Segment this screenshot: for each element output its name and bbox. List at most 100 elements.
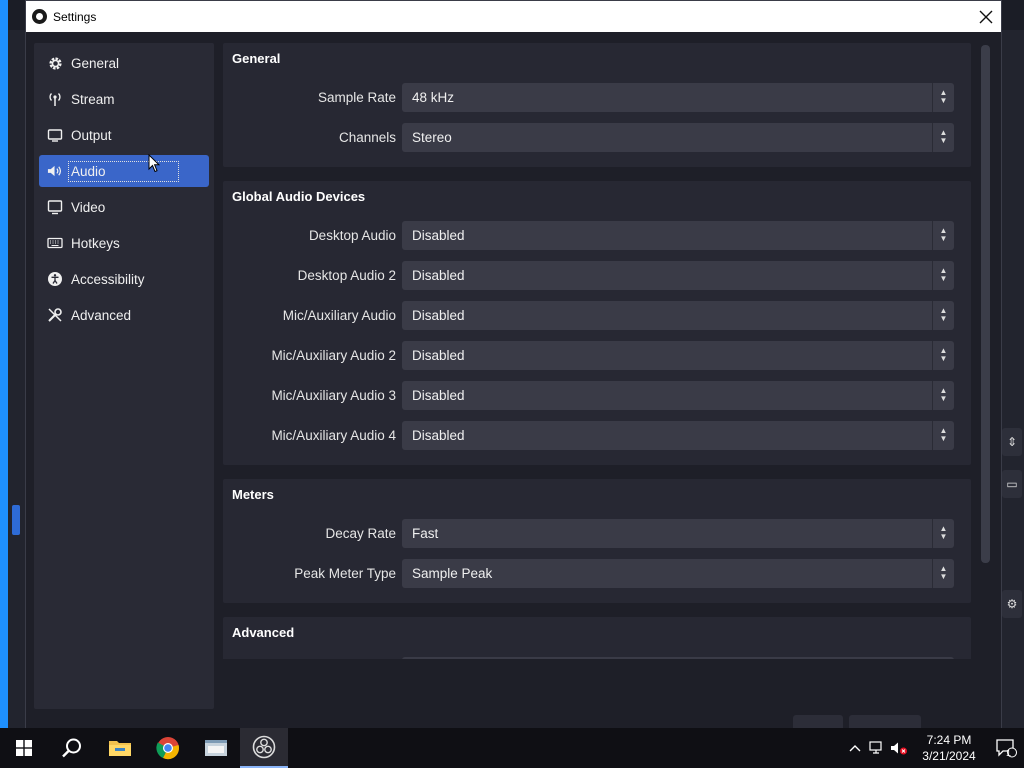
desktop-audio-2-row: Desktop Audio 2 Disabled ▲ ▼ [232,255,962,295]
obs-logo-icon [32,9,47,24]
desktop-audio-2-select[interactable]: Disabled ▲ ▼ [402,260,954,290]
start-button[interactable] [0,728,48,768]
sample-rate-label: Sample Rate [317,89,396,105]
windows-taskbar: 7:24 PM 3/21/2024 1 [0,728,1024,768]
keyboard-icon [47,235,63,251]
ok-button[interactable] [793,715,843,729]
chevron-updown-icon: ▲ ▼ [932,380,954,410]
advanced-partial-row [232,651,962,659]
chevron-updown-icon[interactable]: ⇕ [1002,428,1022,456]
chrome-button[interactable] [144,728,192,768]
channels-select[interactable]: Stereo ▲ ▼ [402,122,954,152]
group-title: Global Audio Devices [232,189,366,204]
window-icon[interactable]: ▭ [1002,470,1022,498]
network-icon[interactable] [866,741,888,755]
mic-aux-audio-3-select[interactable]: Disabled ▲ ▼ [402,380,954,410]
accessibility-icon [47,271,63,287]
obs-main-left-highlight [12,505,20,535]
gear-icon[interactable]: ⚙ [1002,590,1022,618]
sidebar-item-hotkeys[interactable]: Hotkeys [39,227,209,259]
audio-settings-panel: General Sample Rate 48 kHz ▲ ▼ Channels S… [223,43,971,659]
desktop-audio-2-label: Desktop Audio 2 [297,267,396,283]
notification-center-button[interactable]: 1 [988,738,1024,758]
close-icon [979,10,993,23]
vertical-scrollbar[interactable] [981,45,990,563]
mouse-cursor-icon [148,154,160,173]
obs-taskbar-button[interactable] [240,728,288,768]
desktop-audio-label: Desktop Audio [308,227,396,243]
group-title: Advanced [232,625,295,640]
monitor-icon [47,199,63,215]
meters-group: Meters Decay Rate Fast ▲ ▼ Peak Meter Typ… [223,479,971,603]
sample-rate-select[interactable]: 48 kHz ▲ ▼ [402,82,954,112]
clock-date: 3/21/2024 [922,749,976,763]
decay-rate-select[interactable]: Fast ▲ ▼ [402,518,954,548]
advanced-group: Advanced [223,617,971,659]
mic-aux-audio-3-row: Mic/Auxiliary Audio 3 Disabled ▲ ▼ [232,375,962,415]
chrome-icon [156,737,179,760]
mic-aux-audio-4-row: Mic/Auxiliary Audio 4 Disabled ▲ ▼ [232,415,962,455]
decay-rate-label: Decay Rate [325,525,396,541]
file-explorer-button[interactable] [96,728,144,768]
desktop-audio-value: Disabled [412,227,465,243]
search-button[interactable] [48,728,96,768]
sidebar-item-label: Output [71,127,112,143]
advanced-partial-select[interactable] [402,656,954,659]
title-bar: Settings [26,1,1001,32]
chevron-updown-icon: ▲ ▼ [932,340,954,370]
output-icon [47,127,63,143]
mic-aux-audio-4-label: Mic/Auxiliary Audio 4 [271,427,396,443]
sidebar-item-general[interactable]: General [39,47,209,79]
chevron-updown-icon: ▲ ▼ [932,518,954,548]
window-title: Settings [53,9,97,24]
mic-aux-audio-2-select[interactable]: Disabled ▲ ▼ [402,340,954,370]
mic-aux-audio-2-value: Disabled [412,347,465,363]
decay-rate-row: Decay Rate Fast ▲ ▼ [232,513,962,553]
speaker-muted-icon[interactable] [888,741,910,755]
desktop-audio-select[interactable]: Disabled ▲ ▼ [402,220,954,250]
sidebar-item-label: Stream [71,91,115,107]
windows-logo-icon [16,740,32,756]
peak-meter-type-label: Peak Meter Type [294,565,396,581]
mic-aux-audio-4-select[interactable]: Disabled ▲ ▼ [402,420,954,450]
group-title: General [232,51,281,66]
system-clock[interactable]: 7:24 PM 3/21/2024 [910,732,988,764]
sample-rate-row: Sample Rate 48 kHz ▲ ▼ [232,77,962,117]
obs-icon [252,735,276,759]
channels-label: Channels [338,129,396,145]
chevron-updown-icon: ▲ ▼ [932,220,954,250]
chevron-updown-icon: ▲ ▼ [932,122,954,152]
mic-aux-audio-2-label: Mic/Auxiliary Audio 2 [271,347,396,363]
mic-aux-audio-4-value: Disabled [412,427,465,443]
channels-row: Channels Stereo ▲ ▼ [232,117,962,157]
cancel-button[interactable] [849,715,921,729]
peak-meter-type-select[interactable]: Sample Peak ▲ ▼ [402,558,954,588]
general-group: General Sample Rate 48 kHz ▲ ▼ Channels S… [223,43,971,167]
peak-meter-type-row: Peak Meter Type Sample Peak ▲ ▼ [232,553,962,593]
mic-aux-audio-select[interactable]: Disabled ▲ ▼ [402,300,954,330]
peak-meter-type-value: Sample Peak [412,565,493,581]
system-tray: 7:24 PM 3/21/2024 1 [844,728,1024,768]
clock-time: 7:24 PM [926,733,972,747]
close-button[interactable] [971,1,1001,32]
global-audio-devices-group: Global Audio Devices Desktop Audio Disab… [223,181,971,465]
sidebar-item-label: General [71,55,120,71]
sidebar-item-stream[interactable]: Stream [39,83,209,115]
sidebar-item-label: Accessibility [71,271,145,287]
decay-rate-value: Fast [412,525,439,541]
wrench-icon [47,307,63,323]
chevron-up-icon[interactable] [844,744,866,752]
sidebar-item-video[interactable]: Video [39,191,209,223]
chevron-updown-icon: ▲ ▼ [932,82,954,112]
sidebar-item-audio[interactable]: Audio [39,155,209,187]
chevron-updown-icon: ▲ ▼ [932,300,954,330]
obs-main-right-edge [1002,30,1024,730]
gear-icon [47,55,63,71]
sidebar-item-label: Video [71,199,106,215]
sidebar-item-output[interactable]: Output [39,119,209,151]
sidebar-item-accessibility[interactable]: Accessibility [39,263,209,295]
app-button[interactable] [192,728,240,768]
settings-dialog: Settings General Stream Output Audio Vid… [25,0,1002,730]
sidebar-item-advanced[interactable]: Advanced [39,299,209,331]
folder-icon [109,741,131,756]
